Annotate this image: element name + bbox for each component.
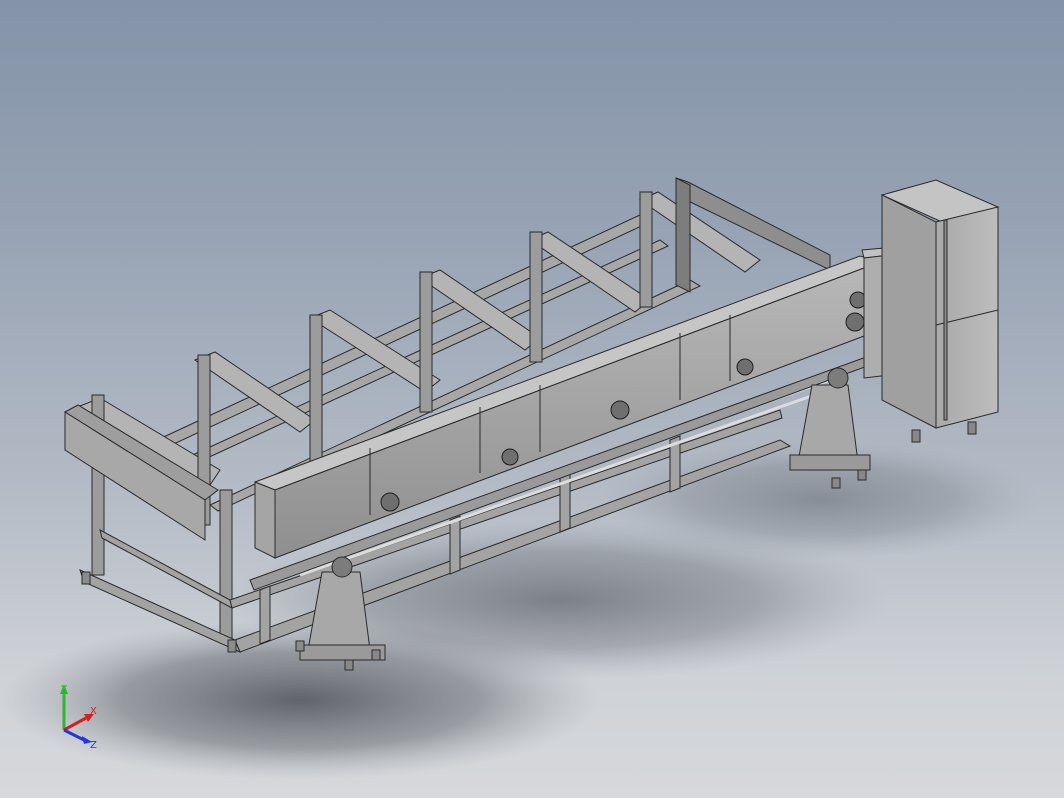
z-axis-label: Z xyxy=(90,740,97,751)
y-axis-label: Y xyxy=(60,684,68,695)
triad-svg: Y X Z xyxy=(60,684,97,751)
control-cabinet xyxy=(880,179,1000,443)
coordinate-triad: Y X Z xyxy=(48,680,108,752)
x-axis-line xyxy=(63,716,87,732)
graphics-viewport[interactable]: Y X Z xyxy=(0,0,1064,798)
z-axis-line xyxy=(63,728,85,742)
machine-assembly-model[interactable] xyxy=(0,0,1064,798)
x-axis-label: X xyxy=(90,706,97,717)
